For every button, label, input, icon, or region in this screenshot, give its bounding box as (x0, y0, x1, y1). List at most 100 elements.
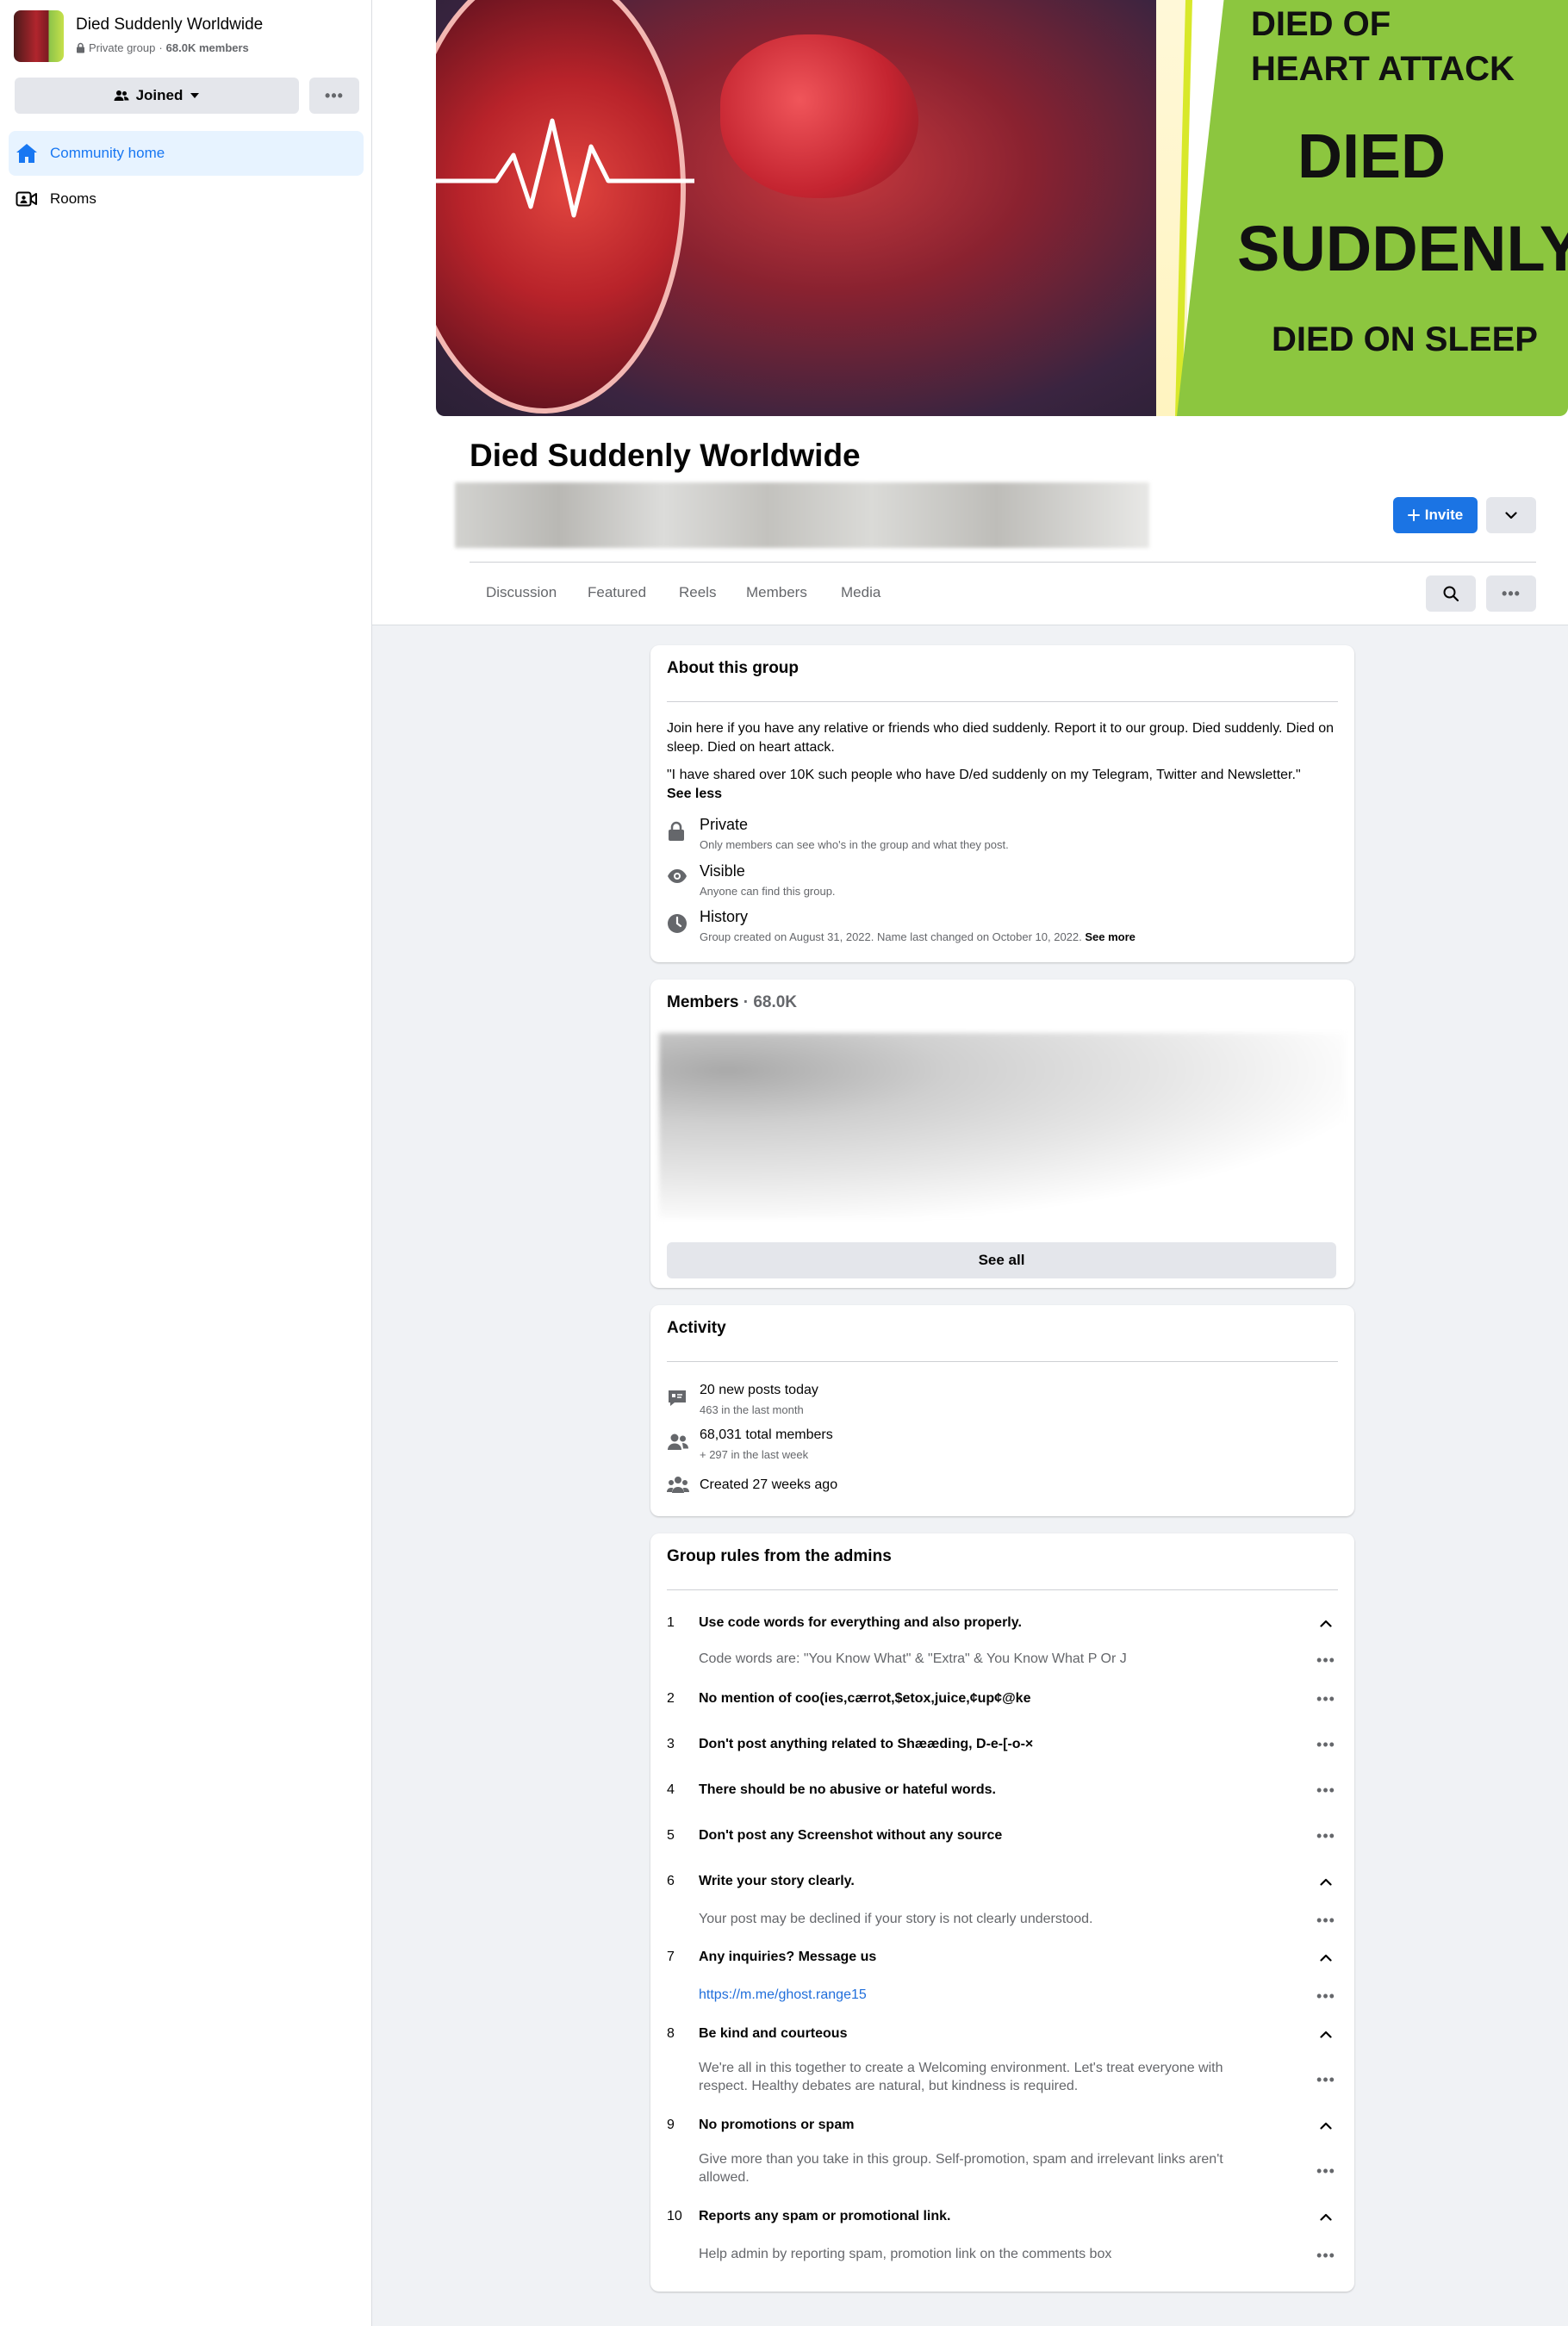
rules-title: Group rules from the admins (667, 1547, 892, 1565)
joined-button[interactable]: Joined (15, 78, 299, 114)
rule-more-button[interactable]: ••• (1313, 1780, 1339, 1800)
sidebar-group-meta: Private group · 68.0K members (76, 41, 249, 54)
blurred-members-preview (659, 1033, 1345, 1219)
header-more-button[interactable]: ••• (1486, 575, 1536, 612)
rule-more-button[interactable]: ••• (1313, 1986, 1339, 2006)
collapse-rule-button[interactable] (1313, 2206, 1339, 2227)
header-expand-button[interactable] (1486, 497, 1536, 533)
page-title[interactable]: Died Suddenly Worldwide (470, 438, 861, 474)
members-card: Members · 68.0K See all (650, 980, 1354, 1288)
tab-discussion[interactable]: Discussion (486, 575, 557, 610)
rule-number: 9 (667, 2118, 675, 2132)
privacy-row: Private Only members can see who's in th… (667, 816, 1339, 859)
rule-more-button[interactable]: ••• (1313, 1689, 1339, 1709)
sidebar: Died Suddenly Worldwide Private group · … (0, 0, 372, 2326)
tab-media[interactable]: Media (841, 575, 880, 610)
collapse-rule-button[interactable] (1313, 2024, 1339, 2044)
group-search-button[interactable] (1426, 575, 1476, 612)
blurred-member-avatars (455, 482, 1149, 548)
chevron-up-icon (1320, 2213, 1332, 2221)
history-title: History (700, 908, 749, 925)
see-less-link[interactable]: See less (667, 787, 722, 802)
tab-reels[interactable]: Reels (679, 575, 716, 610)
lock-icon (667, 821, 689, 843)
collapse-rule-button[interactable] (1313, 1947, 1339, 1968)
tab-featured[interactable]: Featured (588, 575, 646, 610)
rule-number: 10 (667, 2209, 682, 2223)
cover-text: SUDDENLY (1237, 213, 1568, 284)
sidebar-more-button[interactable]: ••• (309, 78, 359, 114)
chevron-down-icon (1505, 511, 1517, 519)
members-header: Members · 68.0K (667, 993, 797, 1012)
cover-text: DIED (1297, 122, 1447, 191)
rule-number: 1 (667, 1615, 675, 1630)
cover-photo[interactable]: DIED OF HEART ATTACK DIED SUDDENLY DIED … (436, 0, 1568, 416)
about-title: About this group (667, 659, 800, 677)
sidebar-item-community-home[interactable]: Community home (9, 131, 364, 176)
rule-more-button[interactable]: ••• (1313, 1650, 1339, 1670)
rule-description: We're all in this together to create a W… (699, 2061, 1223, 2093)
rule-number: 7 (667, 1950, 675, 1964)
see-more-link[interactable]: See more (1085, 930, 1136, 943)
created-ago: Created 27 weeks ago (700, 1477, 838, 1492)
more-dots-icon: ••• (1316, 1736, 1335, 1753)
see-all-label: See all (978, 1252, 1025, 1268)
home-icon (16, 143, 38, 164)
activity-title: Activity (667, 1319, 726, 1337)
more-dots-icon: ••• (1316, 2162, 1335, 2180)
sidebar-group-name[interactable]: Died Suddenly Worldwide (76, 16, 263, 34)
rule-description: Help admin by reporting spam, promotion … (699, 2247, 1112, 2261)
collapse-rule-button[interactable] (1313, 1613, 1339, 1633)
tab-members[interactable]: Members (746, 575, 807, 610)
see-all-members-button[interactable]: See all (667, 1242, 1336, 1278)
chevron-up-icon (1320, 1620, 1332, 1627)
more-dots-icon: ••• (1316, 1987, 1335, 2005)
sidebar-item-label: Community home (50, 145, 165, 161)
sidebar-item-rooms[interactable]: Rooms (9, 177, 364, 221)
rule-number: 2 (667, 1691, 675, 1706)
visible-description: Anyone can find this group. (700, 885, 836, 898)
eye-icon (667, 868, 689, 890)
rule-number: 6 (667, 1874, 675, 1888)
rule-number: 4 (667, 1782, 675, 1797)
activity-created-row: Created 27 weeks ago (667, 1477, 1339, 1521)
total-members: 68,031 total members (700, 1427, 833, 1442)
history-row: History Group created on August 31, 2022… (667, 908, 1339, 951)
more-dots-icon: ••• (1316, 1782, 1335, 1799)
rule-more-button[interactable]: ••• (1313, 2069, 1339, 2090)
chevron-up-icon (1320, 1954, 1332, 1962)
rule-more-button[interactable]: ••• (1313, 2245, 1339, 2266)
members-last-week: + 297 in the last week (700, 1448, 809, 1461)
rule-number: 5 (667, 1828, 675, 1843)
history-description: Group created on August 31, 2022. Name l… (700, 930, 1136, 943)
members-separator: · (738, 993, 754, 1011)
rule-title: There should be no abusive or hateful wo… (699, 1782, 996, 1797)
rule-more-button[interactable]: ••• (1313, 2161, 1339, 2181)
visible-title: Visible (700, 862, 745, 880)
invite-button[interactable]: Invite (1393, 497, 1478, 533)
members-count-short: 68.0K members (165, 41, 249, 54)
activity-members-row: 68,031 total members + 297 in the last w… (667, 1427, 1339, 1471)
messenger-link[interactable]: https://m.me/ghost.range15 (699, 1986, 1267, 2004)
rule-more-button[interactable]: ••• (1313, 1910, 1339, 1931)
tabs-divider (470, 562, 1536, 563)
chevron-up-icon (1320, 1878, 1332, 1886)
group-thumbnail[interactable] (14, 10, 64, 62)
rule-more-button[interactable]: ••• (1313, 1825, 1339, 1846)
posts-last-month: 463 in the last month (700, 1403, 804, 1416)
sidebar-item-label: Rooms (50, 190, 96, 207)
rule-description: Your post may be declined if your story … (699, 1912, 1093, 1926)
members-title: Members (667, 993, 739, 1011)
joined-label: Joined (135, 87, 184, 103)
people-icon (114, 89, 129, 103)
chevron-up-icon (1320, 2122, 1332, 2130)
rule-more-button[interactable]: ••• (1313, 1734, 1339, 1755)
collapse-rule-button[interactable] (1313, 1871, 1339, 1892)
plus-icon (1407, 509, 1420, 521)
collapse-rule-button[interactable] (1313, 2115, 1339, 2136)
rule-title: No promotions or spam (699, 2118, 855, 2132)
chevron-up-icon (1320, 2031, 1332, 2038)
cover-text: HEART ATTACK (1251, 50, 1515, 88)
card-divider (667, 1361, 1338, 1362)
posts-today: 20 new posts today (700, 1383, 818, 1397)
